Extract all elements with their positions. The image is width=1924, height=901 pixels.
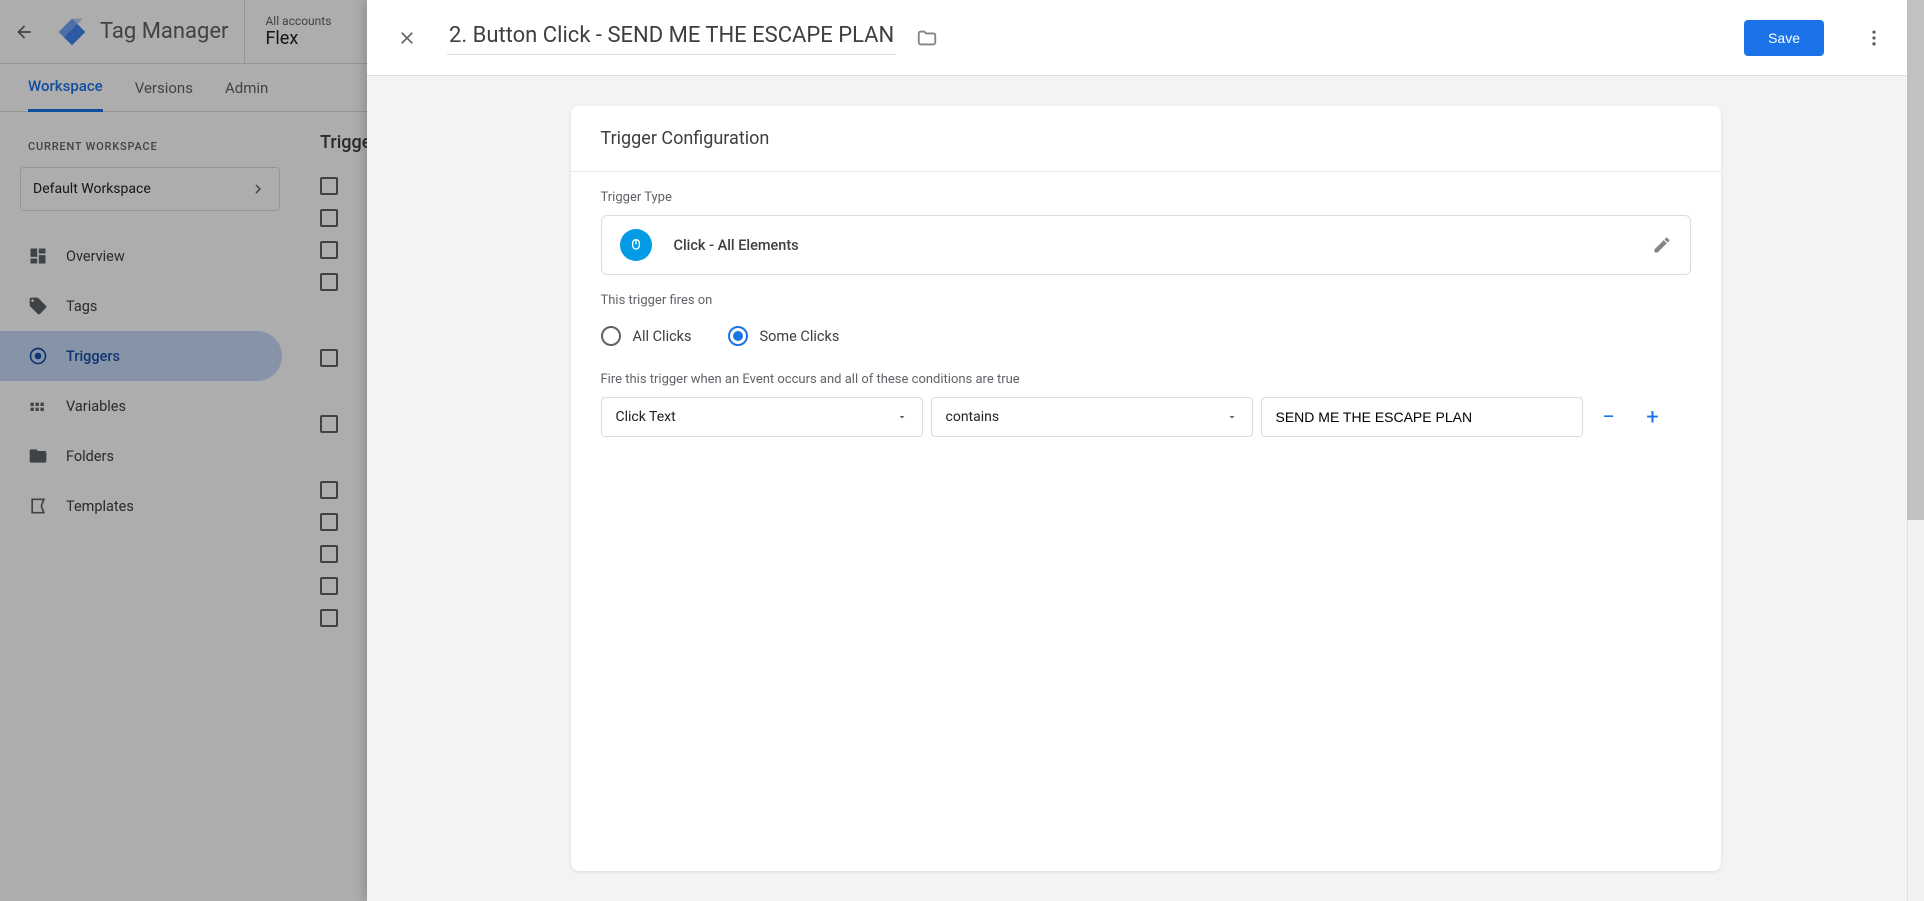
- sidebar-item-overview[interactable]: Overview: [0, 231, 282, 281]
- sidebar-item-label: Tags: [66, 298, 97, 315]
- checkbox-header[interactable]: [320, 177, 338, 195]
- trigger-type-selector[interactable]: Click - All Elements: [601, 215, 1691, 275]
- checkbox[interactable]: [320, 481, 338, 499]
- checkbox[interactable]: [320, 545, 338, 563]
- sidebar-item-tags[interactable]: Tags: [0, 281, 282, 331]
- tab-admin[interactable]: Admin: [225, 64, 268, 112]
- checkbox[interactable]: [320, 513, 338, 531]
- edit-type-icon[interactable]: [1652, 235, 1672, 255]
- account-selector[interactable]: All accounts Flex: [245, 0, 351, 64]
- select-value: Click Text: [616, 409, 676, 425]
- sidebar-item-label: Overview: [66, 248, 125, 265]
- radio-icon: [601, 326, 621, 346]
- workspace-selector[interactable]: Default Workspace: [20, 167, 280, 211]
- container-name: Flex: [265, 28, 331, 49]
- gtm-logo-icon: [56, 16, 88, 48]
- condition-label: Fire this trigger when an Event occurs a…: [601, 372, 1691, 387]
- app-title: Tag Manager: [100, 19, 228, 44]
- checkbox[interactable]: [320, 349, 338, 367]
- radio-label: All Clicks: [633, 328, 692, 345]
- trigger-name-input[interactable]: 2. Button Click - SEND ME THE ESCAPE PLA…: [447, 21, 896, 55]
- checkbox[interactable]: [320, 273, 338, 291]
- card-title: Trigger Configuration: [571, 106, 1721, 172]
- tab-versions[interactable]: Versions: [135, 64, 193, 112]
- sidebar-item-variables[interactable]: Variables: [0, 381, 282, 431]
- checkbox[interactable]: [320, 577, 338, 595]
- sidebar-item-templates[interactable]: Templates: [0, 481, 282, 531]
- condition-value-input[interactable]: [1261, 397, 1583, 437]
- folder-icon: [28, 446, 48, 466]
- close-button[interactable]: [387, 18, 427, 58]
- sidebar-item-triggers[interactable]: Triggers: [0, 331, 282, 381]
- checkbox[interactable]: [320, 415, 338, 433]
- tab-workspace[interactable]: Workspace: [28, 64, 103, 112]
- radio-all-clicks[interactable]: All Clicks: [601, 326, 692, 346]
- save-button[interactable]: Save: [1744, 20, 1824, 56]
- dashboard-icon: [28, 246, 48, 266]
- checkbox[interactable]: [320, 609, 338, 627]
- sidebar-item-label: Triggers: [66, 348, 120, 365]
- trigger-edit-panel: 2. Button Click - SEND ME THE ESCAPE PLA…: [367, 0, 1924, 901]
- radio-label: Some Clicks: [760, 328, 840, 345]
- sidebar-item-label: Templates: [66, 498, 134, 515]
- sidebar-item-label: Folders: [66, 448, 114, 465]
- template-icon: [28, 496, 48, 516]
- radio-icon-selected: [728, 326, 748, 346]
- folder-icon[interactable]: [916, 27, 938, 49]
- select-value: contains: [946, 409, 1000, 425]
- tag-icon: [28, 296, 48, 316]
- workspace-selected: Default Workspace: [33, 181, 151, 197]
- variables-icon: [28, 396, 48, 416]
- trigger-type-label: Trigger Type: [601, 190, 1691, 205]
- checkbox[interactable]: [320, 209, 338, 227]
- back-button[interactable]: [0, 8, 48, 56]
- dropdown-icon: [896, 411, 908, 423]
- workspace-label: CURRENT WORKSPACE: [0, 132, 300, 161]
- condition-variable-select[interactable]: Click Text: [601, 397, 923, 437]
- radio-some-clicks[interactable]: Some Clicks: [728, 326, 840, 346]
- dropdown-icon: [1226, 411, 1238, 423]
- sidebar-item-label: Variables: [66, 398, 126, 415]
- trigger-type-value: Click - All Elements: [674, 237, 799, 254]
- more-menu-button[interactable]: [1854, 18, 1894, 58]
- click-type-icon: [620, 229, 652, 261]
- account-label: All accounts: [265, 14, 331, 28]
- scrollbar-thumb[interactable]: [1907, 0, 1924, 520]
- condition-operator-select[interactable]: contains: [931, 397, 1253, 437]
- chevron-right-icon: [249, 180, 267, 198]
- trigger-icon: [28, 346, 48, 366]
- add-condition-button[interactable]: +: [1635, 399, 1671, 435]
- checkbox[interactable]: [320, 241, 338, 259]
- fires-on-label: This trigger fires on: [601, 293, 1691, 308]
- remove-condition-button[interactable]: −: [1591, 399, 1627, 435]
- sidebar-item-folders[interactable]: Folders: [0, 431, 282, 481]
